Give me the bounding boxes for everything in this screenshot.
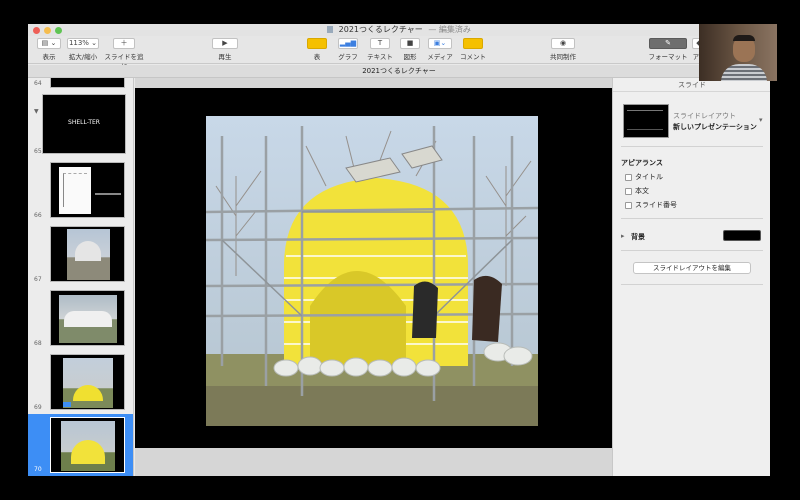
layout-name: 新しいプレゼンテーション: [673, 123, 757, 131]
separator: [621, 284, 763, 285]
sidebar-view-icon: ▤ ⌄: [37, 38, 61, 49]
shape-button[interactable]: ■ 図形: [398, 38, 422, 61]
chart-icon: ▂▄▆: [338, 38, 358, 49]
body-checkbox[interactable]: [625, 188, 632, 195]
dome-construction-photo[interactable]: [206, 116, 538, 426]
dome-shape: [75, 241, 101, 261]
comment-button[interactable]: コメント: [458, 38, 488, 61]
media-button[interactable]: ▣⌄ メディア: [426, 38, 454, 61]
sketch-lines: [63, 173, 87, 207]
separator: [621, 250, 763, 251]
slide-thumbnail-67[interactable]: [50, 226, 125, 282]
slide-number: 67: [34, 276, 42, 283]
photo-illustration: [206, 116, 538, 426]
sketch-caption: [95, 193, 121, 195]
title-bar: 2021つくるレクチャー — 編集済み: [28, 24, 770, 36]
window-title: 2021つくるレクチャー: [338, 25, 423, 34]
slide-number: 68: [34, 340, 42, 347]
table-icon: [307, 38, 327, 49]
slide-thumbnail-66[interactable]: [50, 162, 125, 218]
collaborate-icon: ◉: [551, 38, 575, 49]
slide-number-checkbox-label: スライド番号: [635, 201, 677, 209]
person-hair: [733, 35, 755, 41]
layout-preview-lines: [627, 110, 663, 130]
slide-thumbnail-65[interactable]: SHELL-TER: [42, 94, 126, 154]
slide-thumbnail-68[interactable]: [50, 290, 125, 346]
slide-canvas-area[interactable]: [135, 78, 612, 476]
appearance-heading: アピアランス: [621, 159, 663, 167]
slide-thumbnail-64[interactable]: [50, 78, 125, 88]
table-button[interactable]: 表: [306, 38, 328, 61]
window-title-status: — 編集済み: [428, 25, 471, 34]
document-icon: [327, 26, 334, 33]
format-button[interactable]: ✎ フォーマット: [648, 38, 688, 61]
separator: [621, 218, 763, 219]
keynote-window: 2021つくるレクチャー — 編集済み ▤ ⌄ 表示 113% ⌄ 拡大/縮小 …: [28, 24, 770, 476]
title-checkbox[interactable]: [625, 174, 632, 181]
shape-icon: ■: [400, 38, 420, 49]
plus-icon: ＋: [113, 38, 135, 49]
format-inspector: スライド スライドレイアウト 新しいプレゼンテーション ▾ アピアランス タイト…: [612, 78, 770, 476]
slide-number: 65: [34, 148, 42, 155]
view-button[interactable]: ▤ ⌄ 表示: [36, 38, 62, 61]
zoom-select[interactable]: 113% ⌄: [67, 38, 99, 49]
edit-slide-layout-button[interactable]: スライドレイアウトを編集: [633, 262, 751, 274]
canvas-bottom-strip: [135, 448, 612, 476]
document-title-bar: 2021つくるレクチャー: [28, 65, 770, 78]
slide-number: 70: [34, 466, 42, 473]
disclosure-triangle-icon[interactable]: ▼: [34, 108, 39, 115]
slide-number: 69: [34, 404, 42, 411]
text-button[interactable]: T テキスト: [366, 38, 394, 61]
close-window-button[interactable]: [33, 27, 40, 34]
separator: [621, 146, 763, 147]
paintbrush-icon: ✎: [649, 38, 687, 49]
zoom-window-button[interactable]: [55, 27, 62, 34]
slide-number: 66: [34, 212, 42, 219]
layout-caption: スライドレイアウト: [673, 112, 736, 120]
slide-thumbnail-69[interactable]: [50, 354, 125, 410]
slide-number: 64: [34, 80, 42, 87]
slide-number-checkbox[interactable]: [625, 202, 632, 209]
body-checkbox-label: 本文: [635, 187, 649, 195]
title-checkbox-label: タイトル: [635, 173, 663, 181]
play-button[interactable]: ▶ 再生: [210, 38, 240, 61]
chart-button[interactable]: ▂▄▆ グラフ: [336, 38, 360, 61]
slide-navigator[interactable]: 64 ▼ SHELL-TER 65 66 67 68 69 70: [28, 78, 134, 476]
background-color-well[interactable]: [723, 230, 761, 241]
slide-canvas[interactable]: [135, 88, 612, 448]
slide-caption: SHELL-TER: [68, 119, 100, 126]
play-icon: ▶: [212, 38, 238, 49]
text-icon: T: [370, 38, 390, 49]
zoom-control[interactable]: 113% ⌄ 拡大/縮小: [66, 38, 100, 61]
background-heading: 背景: [631, 233, 645, 241]
selection-marker: [63, 402, 71, 407]
tents-shape: [64, 311, 112, 327]
minimize-window-button[interactable]: [44, 27, 51, 34]
media-icon: ▣⌄: [428, 38, 452, 49]
collaborate-button[interactable]: ◉ 共同制作: [546, 38, 580, 61]
comment-icon: [463, 38, 483, 49]
slide-thumbnail-70[interactable]: [50, 417, 125, 473]
webcam-overlay: [699, 24, 777, 81]
layout-dropdown-icon[interactable]: ▾: [759, 116, 763, 124]
toolbar: ▤ ⌄ 表示 113% ⌄ 拡大/縮小 ＋ スライドを追加 ▶ 再生 表 ▂▄▆…: [28, 36, 770, 71]
disclosure-triangle-icon[interactable]: ▸: [621, 232, 625, 240]
